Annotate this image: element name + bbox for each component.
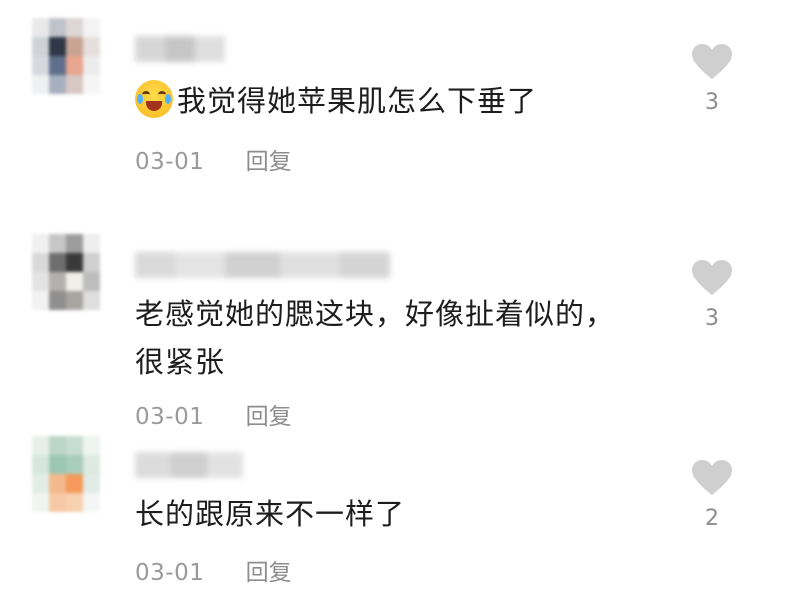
username-blurred[interactable] <box>135 452 243 478</box>
like-count: 3 <box>705 90 719 115</box>
comment-date: 03-01 <box>135 560 205 586</box>
like-button[interactable]: 3 <box>692 260 732 331</box>
avatar[interactable] <box>32 436 100 512</box>
comment-meta: 03-01 回复 <box>135 142 292 176</box>
reply-button[interactable]: 回复 <box>246 142 292 176</box>
username-blurred[interactable] <box>135 252 390 278</box>
heart-icon <box>692 260 732 295</box>
comment-item: 我觉得她苹果肌怎么下垂了 03-01 回复 3 <box>0 0 800 200</box>
comment-meta: 03-01 回复 <box>135 397 292 431</box>
laughing-crying-emoji-icon <box>135 80 173 118</box>
comment-text: 老感觉她的腮这块，好像扯着似的， 很紧张 <box>135 290 655 386</box>
heart-icon <box>692 44 732 79</box>
avatar[interactable] <box>32 18 100 94</box>
comment-date: 03-01 <box>135 149 205 175</box>
comment-date: 03-01 <box>135 404 205 430</box>
avatar[interactable] <box>32 234 100 310</box>
heart-icon <box>692 460 732 495</box>
comment-item: 长的跟原来不一样了 03-01 回复 2 <box>0 430 800 590</box>
comment-item: 老感觉她的腮这块，好像扯着似的， 很紧张 03-01 回复 3 <box>0 200 800 440</box>
reply-button[interactable]: 回复 <box>246 397 292 431</box>
like-count: 3 <box>705 306 719 331</box>
comment-text-line: 老感觉她的腮这块，好像扯着似的， <box>135 297 616 331</box>
like-count: 2 <box>705 506 719 531</box>
comment-meta: 03-01 回复 <box>135 553 292 587</box>
username-blurred[interactable] <box>135 36 225 62</box>
comment-text-line: 很紧张 <box>135 345 226 379</box>
like-button[interactable]: 3 <box>692 44 732 115</box>
comment-text: 长的跟原来不一样了 <box>135 497 406 531</box>
like-button[interactable]: 2 <box>692 460 732 531</box>
reply-button[interactable]: 回复 <box>246 553 292 587</box>
comment-text: 我觉得她苹果肌怎么下垂了 <box>135 77 655 125</box>
